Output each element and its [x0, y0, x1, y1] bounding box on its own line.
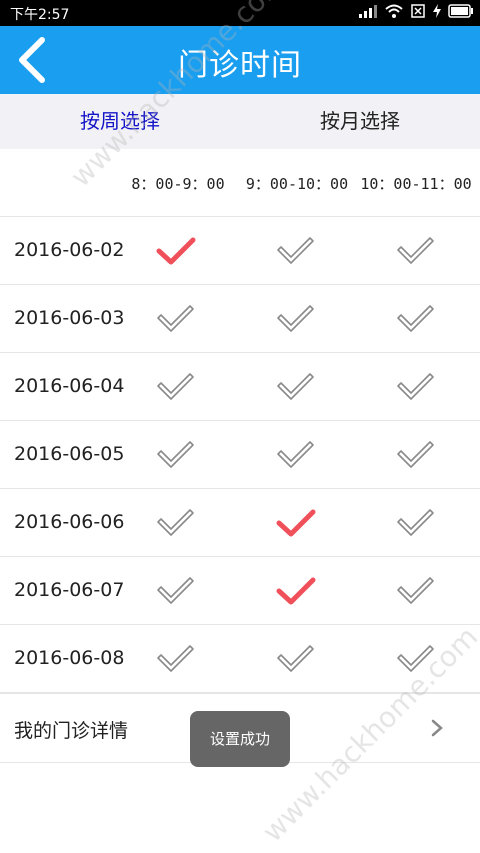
toast-message: 设置成功 [190, 711, 290, 767]
check-selected-icon[interactable] [155, 235, 197, 267]
time-slot-label: 10：00-11：00 [360, 175, 472, 193]
status-bar: 下午2:57 [0, 0, 480, 26]
page-title: 门诊时间 [178, 48, 302, 83]
schedule-row: 2016-06-05 [0, 421, 480, 489]
time-slot-header: 8：00-9：00 9：00-10：00 10：00-11：00 [0, 149, 480, 217]
tab-by-week[interactable]: 按周选择 [0, 94, 240, 149]
check-selected-icon[interactable] [275, 575, 317, 607]
row-date: 2016-06-03 [14, 307, 125, 329]
signal-icon [358, 3, 378, 23]
schedule-row: 2016-06-02 [0, 217, 480, 285]
row-date: 2016-06-04 [14, 375, 125, 397]
check-unselected-icon[interactable] [275, 235, 317, 267]
wifi-icon [384, 3, 404, 23]
schedule-row: 2016-06-03 [0, 285, 480, 353]
time-slot-label: 8：00-9：00 [131, 175, 225, 193]
schedule-row: 2016-06-04 [0, 353, 480, 421]
time-slot-label: 9：00-10：00 [245, 175, 349, 193]
check-unselected-icon[interactable] [155, 507, 197, 539]
row-date: 2016-06-05 [14, 443, 125, 465]
row-date: 2016-06-02 [14, 239, 125, 261]
row-date: 2016-06-08 [14, 647, 125, 669]
tab-bar: 按周选择 按月选择 [0, 94, 480, 149]
app-header: 门诊时间 [0, 26, 480, 94]
check-selected-icon[interactable] [275, 507, 317, 539]
row-date: 2016-06-06 [14, 511, 125, 533]
my-clinic-details-label: 我的门诊详情 [14, 720, 129, 742]
check-unselected-icon[interactable] [395, 575, 437, 607]
tab-by-month[interactable]: 按月选择 [240, 94, 480, 149]
status-time: 下午2:57 [10, 7, 70, 23]
check-unselected-icon[interactable] [395, 439, 437, 471]
charging-icon [432, 3, 442, 23]
check-unselected-icon[interactable] [275, 439, 317, 471]
check-unselected-icon[interactable] [275, 371, 317, 403]
schedule-row: 2016-06-08 [0, 625, 480, 693]
chevron-right-icon [430, 718, 444, 738]
check-unselected-icon[interactable] [155, 439, 197, 471]
sim-icon [410, 3, 426, 23]
check-unselected-icon[interactable] [395, 643, 437, 675]
status-icons [358, 3, 474, 23]
check-unselected-icon[interactable] [395, 507, 437, 539]
row-date: 2016-06-07 [14, 579, 125, 601]
check-unselected-icon[interactable] [155, 371, 197, 403]
check-unselected-icon[interactable] [275, 643, 317, 675]
check-unselected-icon[interactable] [395, 235, 437, 267]
check-unselected-icon[interactable] [155, 575, 197, 607]
check-unselected-icon[interactable] [395, 303, 437, 335]
check-unselected-icon[interactable] [395, 371, 437, 403]
check-unselected-icon[interactable] [155, 303, 197, 335]
check-unselected-icon[interactable] [275, 303, 317, 335]
battery-icon [448, 4, 474, 22]
schedule-row: 2016-06-07 [0, 557, 480, 625]
check-unselected-icon[interactable] [155, 643, 197, 675]
schedule-row: 2016-06-06 [0, 489, 480, 557]
